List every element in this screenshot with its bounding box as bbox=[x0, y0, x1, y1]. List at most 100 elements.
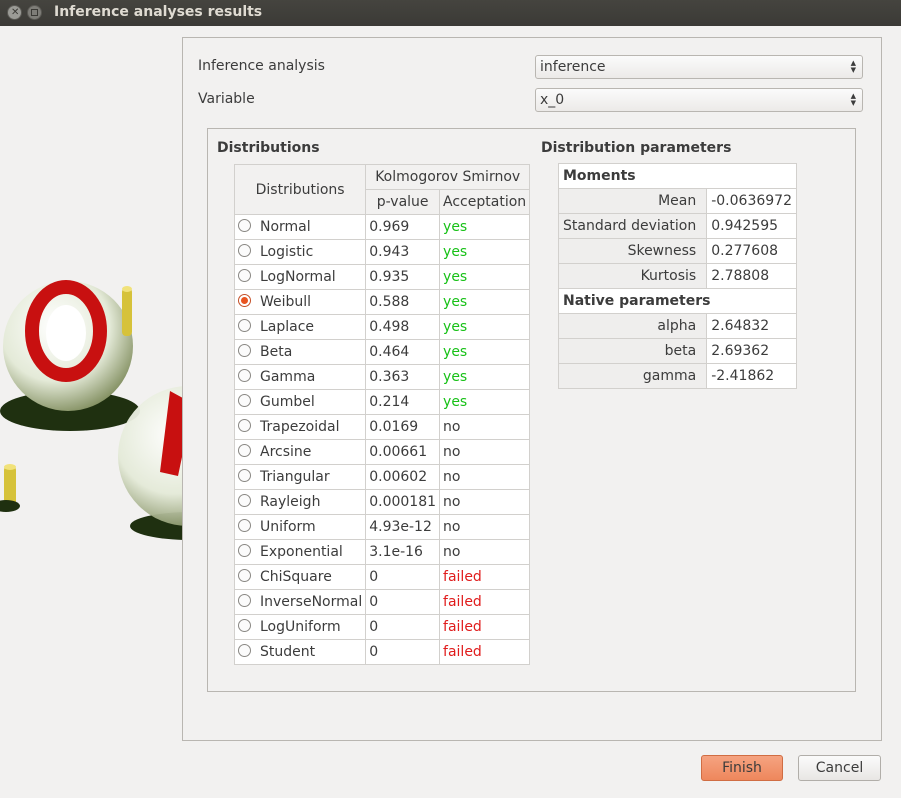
distributions-table: Distributions Kolmogorov Smirnov p-value… bbox=[233, 164, 531, 665]
table-row[interactable]: Student 0 failed bbox=[233, 639, 531, 665]
pvalue-cell: 0.498 bbox=[365, 314, 441, 340]
distribution-radio[interactable] bbox=[238, 493, 251, 507]
parameter-row: beta 2.69362 bbox=[557, 338, 797, 364]
distribution-name-cell[interactable]: Arcsine bbox=[233, 439, 367, 465]
acceptance-cell: failed bbox=[439, 614, 531, 640]
col-distributions-header[interactable]: Distributions bbox=[233, 164, 367, 215]
table-row[interactable]: Arcsine 0.00661 no bbox=[233, 439, 531, 465]
parameter-label: Skewness bbox=[557, 238, 708, 264]
pvalue-cell: 0.464 bbox=[365, 339, 441, 365]
cancel-button[interactable]: Cancel bbox=[798, 755, 881, 781]
distribution-radio[interactable] bbox=[238, 368, 251, 382]
pvalue-cell: 0 bbox=[365, 639, 441, 665]
distribution-name-cell[interactable]: Logistic bbox=[233, 239, 367, 265]
parameter-row: gamma -2.41862 bbox=[557, 363, 797, 389]
variable-select[interactable]: x_0 ▲ ▼ bbox=[535, 88, 863, 112]
pvalue-cell: 3.1e-16 bbox=[365, 539, 441, 565]
table-row[interactable]: Uniform 4.93e-12 no bbox=[233, 514, 531, 540]
native-parameters-header-cell: Native parameters bbox=[558, 288, 797, 314]
table-row[interactable]: Weibull 0.588 yes bbox=[233, 289, 531, 315]
distribution-radio[interactable] bbox=[238, 543, 251, 557]
parameter-row: Skewness 0.277608 bbox=[557, 238, 797, 264]
table-row[interactable]: Exponential 3.1e-16 no bbox=[233, 539, 531, 565]
distribution-name: LogNormal bbox=[260, 269, 336, 285]
distribution-name-cell[interactable]: Exponential bbox=[233, 539, 367, 565]
distribution-radio[interactable] bbox=[238, 618, 251, 632]
acceptance-cell: yes bbox=[439, 314, 531, 340]
distribution-radio[interactable] bbox=[238, 593, 251, 607]
moments-header: Moments bbox=[558, 163, 797, 189]
pvalue-cell: 0 bbox=[365, 589, 441, 615]
parameter-row: Mean -0.0636972 bbox=[557, 188, 797, 214]
col-acceptance-header[interactable]: Acceptation bbox=[439, 189, 531, 215]
table-row[interactable]: Gumbel 0.214 yes bbox=[233, 389, 531, 415]
table-row[interactable]: ChiSquare 0 failed bbox=[233, 564, 531, 590]
distribution-name-cell[interactable]: Gamma bbox=[233, 364, 367, 390]
acceptance-cell: yes bbox=[439, 389, 531, 415]
distribution-radio[interactable] bbox=[238, 218, 251, 232]
col-pvalue-header[interactable]: p-value bbox=[365, 189, 441, 215]
distribution-radio[interactable] bbox=[238, 468, 251, 482]
distribution-name-cell[interactable]: Beta bbox=[233, 339, 367, 365]
parameter-value: 0.942595 bbox=[706, 213, 797, 239]
distribution-radio[interactable] bbox=[238, 568, 251, 582]
distribution-radio[interactable] bbox=[238, 318, 251, 332]
window-title: Inference analyses results bbox=[54, 4, 263, 20]
distribution-name-cell[interactable]: Rayleigh bbox=[233, 489, 367, 515]
distribution-name-cell[interactable]: LogUniform bbox=[233, 614, 367, 640]
table-row[interactable]: Normal 0.969 yes bbox=[233, 214, 531, 240]
parameters-table: Moments Mean -0.0636972 Standard deviation 0… bbox=[557, 163, 797, 389]
distribution-name-cell[interactable]: Weibull bbox=[233, 289, 367, 315]
parameter-value: 2.78808 bbox=[706, 263, 797, 289]
table-row[interactable]: Laplace 0.498 yes bbox=[233, 314, 531, 340]
table-row[interactable]: Logistic 0.943 yes bbox=[233, 239, 531, 265]
pvalue-cell: 0.588 bbox=[365, 289, 441, 315]
acceptance-cell: yes bbox=[439, 239, 531, 265]
distribution-name-cell[interactable]: LogNormal bbox=[233, 264, 367, 290]
distribution-radio[interactable] bbox=[238, 518, 251, 532]
acceptance-cell: yes bbox=[439, 289, 531, 315]
distribution-name: Triangular bbox=[260, 469, 330, 485]
distribution-name-cell[interactable]: Student bbox=[233, 639, 367, 665]
distribution-radio[interactable] bbox=[238, 418, 251, 432]
distribution-name-cell[interactable]: Normal bbox=[233, 214, 367, 240]
maximize-window-icon[interactable] bbox=[27, 5, 42, 20]
distribution-name: Weibull bbox=[260, 294, 312, 310]
distribution-name-cell[interactable]: ChiSquare bbox=[233, 564, 367, 590]
variable-value: x_0 bbox=[540, 92, 565, 108]
pvalue-cell: 0.935 bbox=[365, 264, 441, 290]
table-row[interactable]: Trapezoidal 0.0169 no bbox=[233, 414, 531, 440]
table-row[interactable]: Beta 0.464 yes bbox=[233, 339, 531, 365]
distribution-name-cell[interactable]: Laplace bbox=[233, 314, 367, 340]
finish-button[interactable]: Finish bbox=[701, 755, 783, 781]
close-window-icon[interactable] bbox=[7, 5, 22, 20]
table-row[interactable]: LogUniform 0 failed bbox=[233, 614, 531, 640]
acceptance-cell: no bbox=[439, 514, 531, 540]
distribution-name-cell[interactable]: Trapezoidal bbox=[233, 414, 367, 440]
distribution-radio[interactable] bbox=[238, 243, 251, 257]
distribution-name: Beta bbox=[260, 344, 293, 360]
distribution-name-cell[interactable]: Uniform bbox=[233, 514, 367, 540]
parameter-value: -2.41862 bbox=[706, 363, 797, 389]
table-row[interactable]: LogNormal 0.935 yes bbox=[233, 264, 531, 290]
distribution-radio[interactable] bbox=[238, 268, 251, 282]
distribution-radio[interactable] bbox=[238, 643, 251, 657]
distribution-radio[interactable] bbox=[238, 293, 251, 307]
pvalue-cell: 0 bbox=[365, 564, 441, 590]
col-ks-header[interactable]: Kolmogorov Smirnov bbox=[365, 164, 531, 190]
distribution-name-cell[interactable]: Triangular bbox=[233, 464, 367, 490]
distribution-name-cell[interactable]: InverseNormal bbox=[233, 589, 367, 615]
parameter-value: 0.277608 bbox=[706, 238, 797, 264]
distribution-radio[interactable] bbox=[238, 343, 251, 357]
distribution-radio[interactable] bbox=[238, 393, 251, 407]
pvalue-cell: 4.93e-12 bbox=[365, 514, 441, 540]
distribution-name-cell[interactable]: Gumbel bbox=[233, 389, 367, 415]
inference-analysis-label: Inference analysis bbox=[198, 58, 325, 74]
pvalue-cell: 0.00602 bbox=[365, 464, 441, 490]
distribution-radio[interactable] bbox=[238, 443, 251, 457]
table-row[interactable]: Triangular 0.00602 no bbox=[233, 464, 531, 490]
inference-analysis-select[interactable]: inference ▲ ▼ bbox=[535, 55, 863, 79]
table-row[interactable]: Rayleigh 0.000181 no bbox=[233, 489, 531, 515]
table-row[interactable]: Gamma 0.363 yes bbox=[233, 364, 531, 390]
table-row[interactable]: InverseNormal 0 failed bbox=[233, 589, 531, 615]
